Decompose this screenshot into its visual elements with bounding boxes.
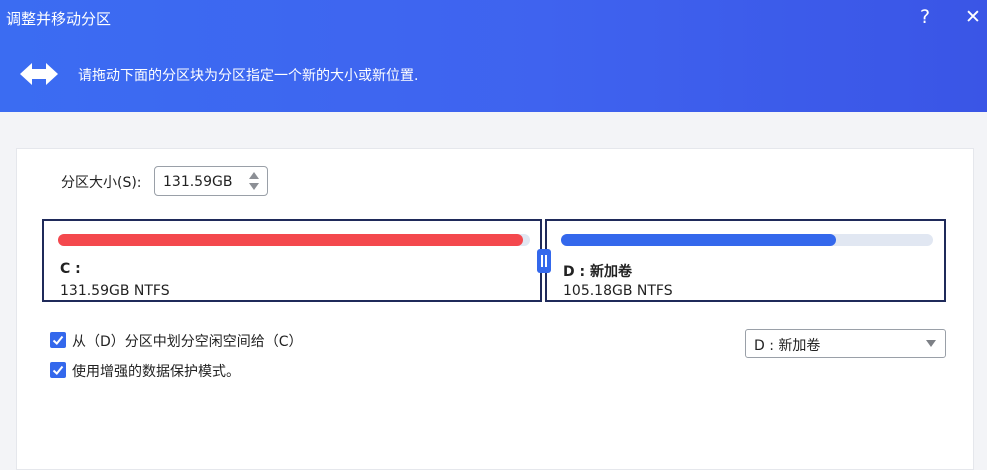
partition-block-c[interactable]: C : 131.59GB NTFS <box>42 219 542 302</box>
option-checkbox-protection[interactable] <box>50 362 66 378</box>
partition-size-input[interactable] <box>161 171 243 193</box>
partition-name: D : 新加卷 <box>563 264 632 280</box>
instruction-text: 请拖动下面的分区块为分区指定一个新的大小或新位置. <box>78 68 419 84</box>
partition-name: C : <box>60 261 81 277</box>
partition-block-d[interactable]: D : 新加卷 105.18GB NTFS <box>545 219 946 302</box>
spin-down-icon[interactable] <box>249 183 259 190</box>
partition-info: 105.18GB NTFS <box>563 283 673 299</box>
dialog-header: 调整并移动分区 ? ✕ 请拖动下面的分区块为分区指定一个新的大小或新位置. <box>0 0 987 112</box>
help-button[interactable]: ? <box>920 5 930 29</box>
option-label-allocate[interactable]: 从（D）分区中划分空闲空间给（C） <box>72 331 303 351</box>
resize-arrows-icon <box>18 59 60 93</box>
checkmark-icon <box>52 335 64 345</box>
window-title: 调整并移动分区 <box>6 10 112 28</box>
usage-bar-track <box>58 234 530 246</box>
chevron-down-icon <box>926 340 936 347</box>
close-button[interactable]: ✕ <box>965 5 981 29</box>
partition-size-spinbox[interactable] <box>154 166 268 196</box>
option-label-protection[interactable]: 使用增强的数据保护模式。 <box>72 361 240 381</box>
option-checkbox-allocate[interactable] <box>50 332 66 348</box>
resize-handle[interactable] <box>537 249 551 273</box>
partition-size-label: 分区大小(S): <box>61 175 142 191</box>
source-partition-select[interactable]: D : 新加卷 <box>745 329 946 358</box>
partition-info: 131.59GB NTFS <box>60 283 170 299</box>
usage-bar-fill <box>58 234 523 246</box>
select-value: D : 新加卷 <box>754 338 821 354</box>
content-panel <box>16 148 974 470</box>
usage-bar-fill <box>561 234 837 246</box>
usage-bar-track <box>561 234 933 246</box>
checkmark-icon <box>52 365 64 375</box>
spin-up-icon[interactable] <box>249 172 259 179</box>
